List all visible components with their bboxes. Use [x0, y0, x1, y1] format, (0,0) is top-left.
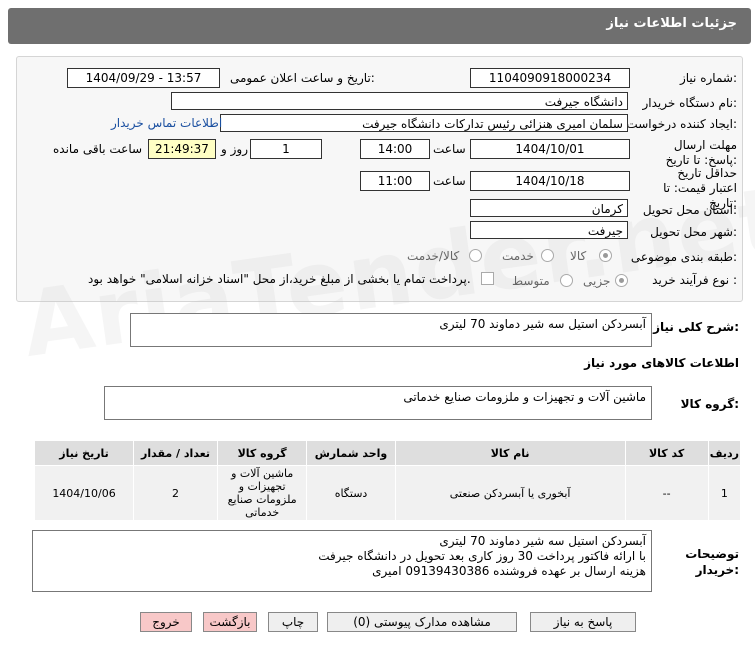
summary-field: آبسردکن استیل سه شیر دماوند 70 لیتری	[130, 313, 652, 347]
process-radio-medium[interactable]	[560, 274, 573, 287]
view-attachments-button[interactable]: مشاهده مدارک پیوستی (0)	[327, 612, 517, 632]
validity-time-label: ساعت	[433, 174, 466, 188]
cell-row-number: 1	[707, 465, 742, 521]
treasury-payment-checkbox[interactable]	[481, 272, 494, 285]
goods-info-title: اطلاعات کالاهای مورد نیاز	[584, 356, 739, 370]
buyer-contact-link[interactable]: اطلاعات تماس خریدار	[111, 116, 222, 130]
treasury-payment-note: پرداخت تمام یا بخشی از مبلغ خرید،از محل …	[88, 272, 471, 286]
print-button[interactable]: چاپ	[268, 612, 318, 632]
col-row-number: ردیف	[707, 440, 742, 466]
reply-button[interactable]: پاسخ به نیاز	[530, 612, 636, 632]
deadline-label: مهلت ارسال پاسخ: تا تاریخ:	[665, 138, 737, 167]
col-goods-name: نام کالا	[394, 440, 626, 466]
cell-goods-name: آبخوری یا آبسردکن صنعتی	[394, 465, 626, 521]
deadline-time-label: ساعت	[433, 142, 466, 156]
creator-field: سلمان امیری هنزائی رئیس تدارکات دانشگاه …	[220, 114, 628, 132]
process-label: نوع فرآیند خرید :	[652, 273, 737, 287]
announce-date-field: 1404/09/29 - 13:57	[67, 68, 220, 88]
validity-date-field: 1404/10/18	[470, 171, 630, 191]
buyer-name-field: دانشگاه جیرفت	[171, 92, 628, 110]
col-goods-code: کد کالا	[624, 440, 709, 466]
city-field: جیرفت	[470, 221, 628, 239]
deadline-date-field: 1404/10/01	[470, 139, 630, 159]
page-title: جزئیات اطلاعات نیاز	[606, 16, 737, 31]
table-row: 1 -- آبخوری یا آبسردکن صنعتی دستگاه ماشی…	[33, 465, 742, 521]
validity-time-field: 11:00	[360, 171, 430, 191]
category-option-service: خدمت	[502, 249, 534, 263]
col-quantity: تعداد / مقدار	[133, 440, 219, 466]
cell-unit: دستگاه	[306, 465, 396, 521]
deadline-time-field: 14:00	[360, 139, 430, 159]
cell-goods-group: ماشین آلات و تجهیزات و ملزومات صنایع خدم…	[217, 465, 308, 521]
need-number-label: شماره نیاز:	[679, 71, 737, 85]
category-label: طبقه بندی موضوعی:	[630, 250, 737, 264]
category-option-goods: کالا	[570, 249, 587, 263]
category-radio-goods[interactable]	[599, 249, 612, 262]
cell-goods-code: --	[624, 465, 709, 521]
process-option-medium: متوسط	[512, 274, 550, 288]
buyer-notes-line: با ارائه فاکتور پرداخت 30 روز کاری بعد ت…	[318, 549, 646, 563]
back-button[interactable]: بازگشت	[203, 612, 257, 632]
province-field: کرمان	[470, 199, 628, 217]
col-unit: واحد شمارش	[306, 440, 396, 466]
category-option-goods-service: کالا/خدمت	[407, 249, 460, 263]
time-remaining-label: ساعت باقی مانده	[53, 142, 143, 156]
buyer-notes-line: آبسردکن استیل سه شیر دماوند 70 لیتری	[439, 534, 646, 548]
creator-label: ایجاد کننده درخواست:	[626, 117, 737, 131]
cell-need-date: 1404/10/06	[33, 465, 135, 521]
category-radio-service[interactable]	[541, 249, 554, 262]
summary-label: شرح کلی نیاز:	[653, 320, 739, 334]
process-radio-minor[interactable]	[615, 274, 628, 287]
goods-group-label: گروه کالا:	[680, 397, 739, 411]
col-goods-group: گروه کالا	[217, 440, 308, 466]
buyer-notes-label: توضیحات خریدار:	[685, 547, 739, 577]
category-radio-goods-service[interactable]	[469, 249, 482, 262]
buyer-name-label: نام دستگاه خریدار:	[642, 96, 738, 110]
exit-button[interactable]: خروج	[140, 612, 192, 632]
goods-group-field: ماشین آلات و تجهیزات و ملزومات صنایع خدم…	[104, 386, 652, 420]
page-header: جزئیات اطلاعات نیاز	[8, 8, 751, 44]
cell-quantity: 2	[133, 465, 219, 521]
table-header-row: ردیف کد کالا نام کالا واحد شمارش گروه کا…	[33, 440, 742, 466]
col-need-date: تاریخ نیاز	[33, 440, 135, 466]
days-label: روز و	[221, 142, 248, 156]
buyer-notes-field: آبسردکن استیل سه شیر دماوند 70 لیتری با …	[32, 530, 652, 592]
announce-date-label: تاریخ و ساعت اعلان عمومی:	[230, 71, 375, 85]
need-number-field: 1104090918000234	[470, 68, 630, 88]
province-label: استان محل تحویل:	[642, 203, 737, 217]
city-label: شهر محل تحویل:	[650, 225, 737, 239]
days-remaining-field: 1	[250, 139, 322, 159]
goods-table: ردیف کد کالا نام کالا واحد شمارش گروه کا…	[33, 440, 742, 521]
buyer-notes-line: هزینه ارسال بر عهده فروشنده 09139430386 …	[372, 564, 646, 578]
time-remaining-field: 21:49:37	[148, 139, 216, 159]
process-option-minor: جزیی	[583, 274, 611, 288]
